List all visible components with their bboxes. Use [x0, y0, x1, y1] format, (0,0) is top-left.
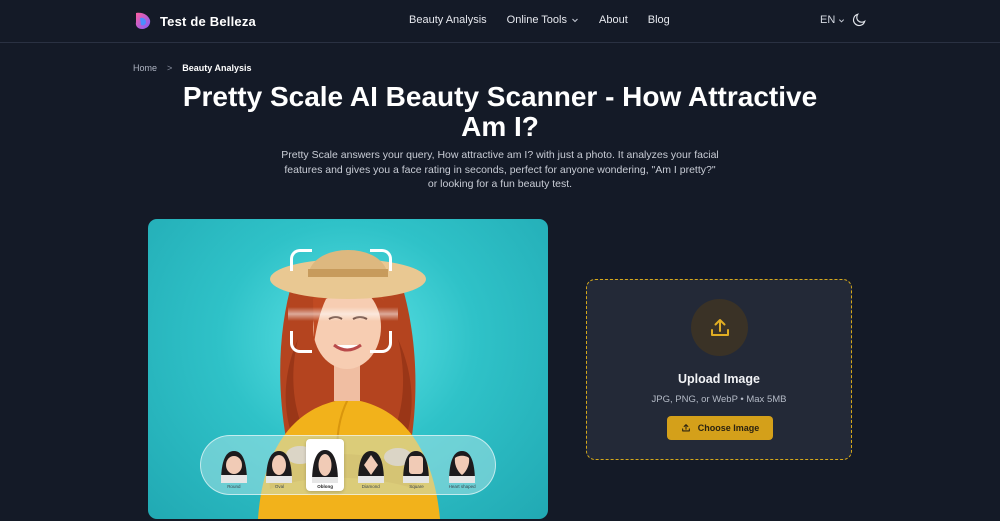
upload-icon: [681, 424, 690, 432]
face-thumbnail: [357, 451, 384, 483]
face-shape-diamond: Diamond: [352, 439, 390, 491]
choose-image-button[interactable]: Choose Image: [667, 416, 773, 440]
face-shape-label: Square: [409, 484, 424, 489]
page-subtitle: Pretty Scale answers your query, How att…: [281, 149, 719, 190]
main-nav: Beauty Analysis Online Tools About Blog: [409, 14, 690, 26]
nav-online-tools[interactable]: Online Tools: [507, 14, 579, 26]
face-thumbnail: [403, 451, 430, 483]
face-shape-strip: Round Oval Oblong Diamond Square Heart s…: [200, 435, 496, 495]
face-shape-label: Oval: [274, 484, 285, 489]
brand-logo-icon: [135, 12, 151, 29]
face-shape-round: Round: [215, 439, 253, 491]
face-shape-label: Diamond: [361, 484, 380, 489]
language-switcher[interactable]: EN: [820, 14, 845, 26]
upload-hint: JPG, PNG, or WebP • Max 5MB: [651, 394, 787, 405]
chevron-down-icon: [839, 18, 845, 22]
nav-label: About: [599, 14, 628, 26]
face-thumbnail: [220, 451, 247, 483]
face-thumbnail: [312, 450, 339, 483]
breadcrumb-separator: >: [167, 63, 173, 73]
scan-line: [288, 307, 398, 321]
breadcrumb-current: Beauty Analysis: [182, 63, 252, 73]
face-thumbnail: [449, 451, 476, 483]
breadcrumb: Home > Beauty Analysis: [133, 63, 251, 73]
face-shape-oblong: Oblong: [306, 439, 345, 491]
hero-image: Round Oval Oblong Diamond Square Heart s…: [148, 219, 548, 519]
upload-icon-circle: [691, 299, 748, 356]
brand-logo[interactable]: Test de Belleza: [133, 11, 256, 31]
moon-icon[interactable]: [852, 13, 866, 27]
face-shape-label: Round: [227, 484, 241, 489]
nav-label: Blog: [647, 14, 670, 26]
face-shape-square: Square: [397, 439, 435, 491]
chevron-down-icon: [572, 18, 578, 23]
face-shape-label: Oblong: [317, 484, 334, 489]
nav-blog[interactable]: Blog: [648, 14, 670, 26]
face-scan-frame: [290, 249, 392, 353]
face-shape-heart: Heart shaped: [443, 439, 481, 491]
upload-title: Upload Image: [678, 372, 760, 386]
face-shape-label: Heart shaped: [448, 484, 476, 489]
choose-image-label: Choose Image: [697, 423, 760, 433]
nav-beauty-analysis[interactable]: Beauty Analysis: [409, 14, 487, 26]
nav-label: Online Tools: [506, 14, 567, 26]
face-thumbnail: [266, 451, 293, 483]
nav-label: Beauty Analysis: [409, 14, 487, 26]
upload-dropzone[interactable]: Upload Image JPG, PNG, or WebP • Max 5MB…: [586, 279, 852, 460]
upload-icon: [710, 318, 729, 336]
nav-about[interactable]: About: [599, 14, 628, 26]
brand-name: Test de Belleza: [160, 13, 256, 29]
language-label: EN: [820, 14, 836, 26]
face-shape-oval: Oval: [260, 439, 298, 491]
page-title: Pretty Scale AI Beauty Scanner - How Att…: [182, 81, 818, 142]
breadcrumb-home-link[interactable]: Home: [133, 63, 157, 73]
top-nav-bar: Test de Belleza Beauty Analysis Online T…: [0, 0, 1000, 43]
